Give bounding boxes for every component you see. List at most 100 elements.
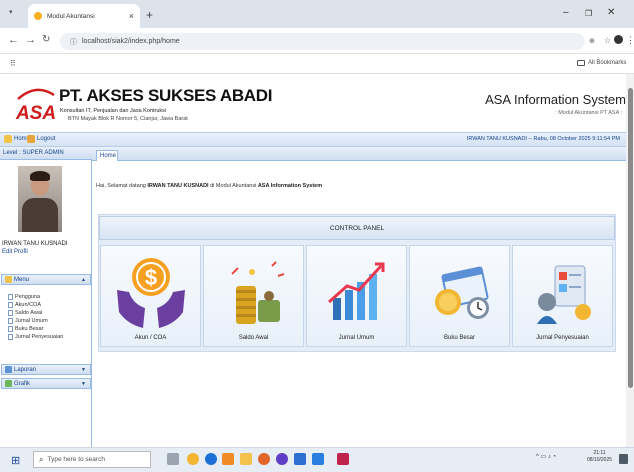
store-icon[interactable] xyxy=(294,453,306,465)
search-placeholder: Type here to search xyxy=(47,456,105,463)
menu-folder-icon xyxy=(5,276,12,283)
menu-item-pengguna[interactable]: Pengguna xyxy=(8,293,88,301)
system-name: ASA Information System xyxy=(485,92,626,107)
menu-item-jurnal-penyesuaian[interactable]: Jurnal Penyesuaian xyxy=(8,333,88,341)
bookmark-star-icon[interactable]: ☆ xyxy=(604,36,611,45)
grafik-accordion-header[interactable]: Grafik ▼ xyxy=(1,378,91,389)
favicon-icon xyxy=(34,12,42,20)
reload-icon[interactable]: ↻ xyxy=(42,34,50,45)
document-icon xyxy=(8,326,13,332)
restore-icon[interactable]: ❐ xyxy=(585,9,592,18)
control-panel-title: CONTROL PANEL xyxy=(99,216,615,240)
taskbar-clock[interactable]: 21:11 08/10/2025 xyxy=(587,450,612,464)
system-tray[interactable]: ^ ▭ ♪ ◔ xyxy=(536,453,556,460)
menu-header-label: Menu xyxy=(14,276,30,283)
menu-item-jurnal-umum[interactable]: Jurnal Umum xyxy=(8,317,88,325)
settings-icon[interactable] xyxy=(276,453,288,465)
url-text: localhost/siak2/index.php/home xyxy=(82,38,180,45)
vscode-icon[interactable] xyxy=(312,453,324,465)
welcome-system: ASA Information System xyxy=(257,183,323,189)
level-header: Level : SUPER ADMIN xyxy=(0,147,92,160)
forward-icon[interactable]: → xyxy=(25,34,36,46)
logout-button[interactable]: Logout xyxy=(27,135,55,143)
card-buku-besar[interactable]: Buku Besar xyxy=(409,245,510,347)
menu-item-label: Jurnal Umum xyxy=(15,318,48,324)
grafik-label: Grafik xyxy=(14,380,31,387)
company-tagline: Konsultan IT, Penjualan dan Jasa Kontruk… xyxy=(60,108,167,114)
close-tab-icon[interactable]: × xyxy=(129,11,134,21)
translate-icon[interactable]: ⊕ xyxy=(589,37,595,45)
company-address: BTN Mayak Blok R Nomor 5, Cianjur, Jawa … xyxy=(68,116,188,122)
document-icon xyxy=(8,294,13,300)
tab-home[interactable]: Home xyxy=(96,150,118,161)
minimize-icon[interactable]: – xyxy=(563,7,569,18)
money-hands-icon: $ xyxy=(116,258,185,328)
menu-item-akun-coa[interactable]: Akun/COA xyxy=(8,301,88,309)
all-bookmarks-button[interactable]: All Bookmarks xyxy=(577,60,626,66)
calendar-clock-icon xyxy=(434,266,489,319)
report-icon xyxy=(5,366,12,373)
system-subtitle: : Modul Akuntansi PT ASA : xyxy=(555,110,622,116)
card-jurnal-umum[interactable]: Jurnal Umum xyxy=(306,245,407,347)
expand-icon: ▼ xyxy=(81,380,86,387)
tab-search-icon[interactable]: ▾ xyxy=(9,8,13,16)
apps-grid-icon[interactable]: ⠿ xyxy=(10,59,16,68)
site-info-icon[interactable]: ⓘ xyxy=(70,37,77,47)
firefox-icon[interactable] xyxy=(258,453,270,465)
card-label: Akun / COA xyxy=(134,335,167,341)
welcome-mid: di Modul Akuntansi xyxy=(208,183,258,189)
laporan-accordion-header[interactable]: Laporan ▼ xyxy=(1,364,91,375)
chrome-icon[interactable] xyxy=(187,453,199,465)
card-akun-coa[interactable]: $ Akun / COA xyxy=(100,245,201,347)
card-label: Saldo Awal xyxy=(238,335,269,341)
back-icon[interactable]: ← xyxy=(8,34,19,46)
clock-time: 21:11 xyxy=(593,450,606,456)
expand-icon: ▼ xyxy=(81,366,86,373)
notification-icon[interactable] xyxy=(619,454,628,464)
browser-tab[interactable]: Modul Akuntansi × xyxy=(28,4,140,28)
clock-date: 08/10/2025 xyxy=(587,457,613,463)
windows-start-icon[interactable]: ⊞ xyxy=(11,454,20,467)
task-view-icon[interactable] xyxy=(167,453,179,465)
menu-item-label: Buku Besar xyxy=(15,326,44,332)
profile-avatar-icon[interactable] xyxy=(614,35,623,44)
user-avatar xyxy=(18,166,62,232)
url-field[interactable]: ⓘ localhost/siak2/index.php/home xyxy=(60,33,585,50)
menu-item-label: Saldo Awal xyxy=(15,310,43,316)
edge-icon[interactable] xyxy=(205,453,217,465)
coins-stack-icon xyxy=(230,261,284,324)
adobe-icon[interactable] xyxy=(337,453,349,465)
bookmarks-bar xyxy=(0,54,634,74)
xampp-icon[interactable] xyxy=(222,453,234,465)
taskbar-search-input[interactable]: ⌕ Type here to search xyxy=(33,451,151,468)
card-jurnal-penyesuaian[interactable]: Jurnal Penyesuaian xyxy=(512,245,613,347)
document-icon xyxy=(8,310,13,316)
card-saldo-awal[interactable]: Saldo Awal xyxy=(203,245,304,347)
menu-list: Pengguna Akun/COA Saldo Awal Jurnal Umum… xyxy=(8,293,88,341)
main-tab-bar xyxy=(92,147,626,161)
logout-label: Logout xyxy=(37,136,56,142)
company-name: PT. AKSES SUKSES ABADI xyxy=(59,86,273,105)
menu-item-buku-besar[interactable]: Buku Besar xyxy=(8,325,88,333)
chart-icon xyxy=(5,380,12,387)
laporan-label: Laporan xyxy=(14,366,37,373)
asa-logo: ASA xyxy=(15,88,56,124)
file-explorer-icon[interactable] xyxy=(240,453,252,465)
menu-accordion-header[interactable]: Menu ▲ xyxy=(1,274,91,285)
close-window-icon[interactable]: ✕ xyxy=(607,7,615,18)
document-icon xyxy=(8,302,13,308)
new-tab-button[interactable]: + xyxy=(146,8,153,22)
browser-menu-icon[interactable]: ⋮ xyxy=(626,35,634,46)
search-icon: ⌕ xyxy=(39,454,44,464)
svg-text:$: $ xyxy=(144,265,156,290)
user-timestamp: IRWAN TANU KUSNADI -- Rabu, 08 October 2… xyxy=(466,136,620,142)
edit-profile-link[interactable]: Edit Profil xyxy=(2,249,28,255)
scrollbar-thumb[interactable] xyxy=(628,88,633,388)
adjustment-clipboard-icon xyxy=(536,265,591,324)
menu-item-saldo-awal[interactable]: Saldo Awal xyxy=(8,309,88,317)
card-label: Buku Besar xyxy=(443,335,476,341)
document-icon xyxy=(8,334,13,340)
card-label: Jurnal Penyesuaian xyxy=(536,335,589,341)
tab-title: Modul Akuntansi xyxy=(47,12,95,20)
menu-item-label: Pengguna xyxy=(15,294,41,300)
